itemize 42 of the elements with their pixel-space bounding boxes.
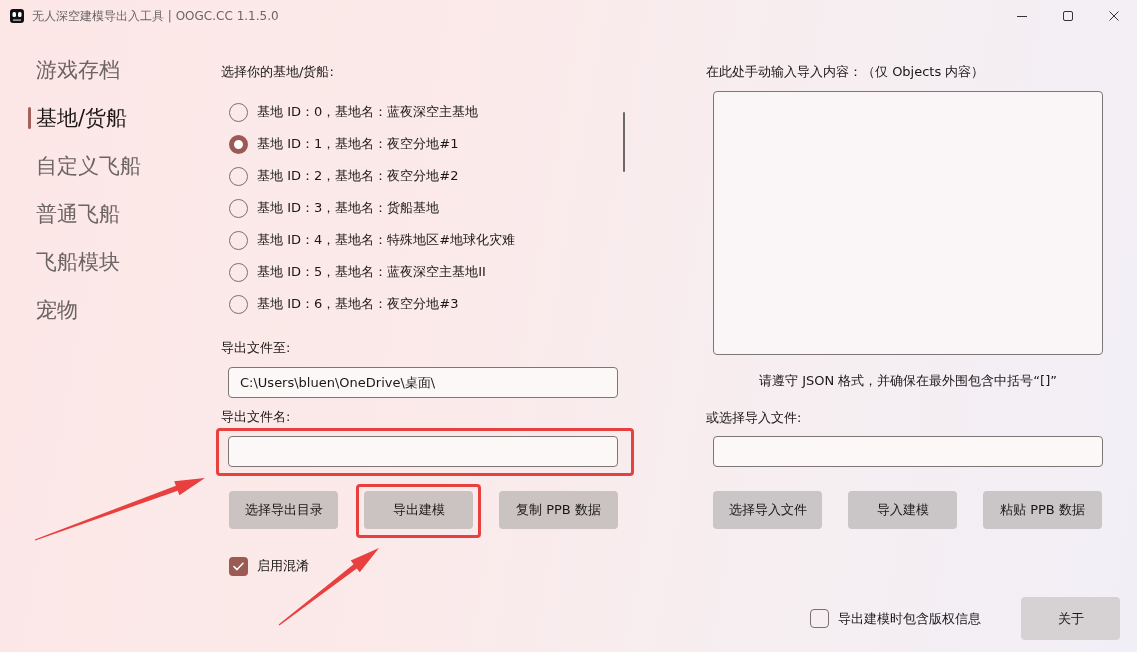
selection-indicator: [28, 107, 31, 129]
about-button[interactable]: 关于: [1021, 597, 1120, 640]
action-button[interactable]: 导出建模: [364, 491, 473, 529]
hint-text: 请遵守 JSON 格式，并确保在最外围包含中括号“[]”: [758, 372, 1058, 390]
app-icon: [10, 9, 24, 23]
checkbox[interactable]: [810, 609, 829, 628]
close-icon: [1109, 11, 1119, 21]
field-label: 导出文件至:: [221, 339, 292, 357]
field-label: 选择你的基地/货船:: [221, 63, 335, 81]
minimize-icon: [1017, 15, 1027, 17]
radio-button[interactable]: [229, 134, 248, 154]
radio-label: 基地 ID：6，基地名：夜空分地#3: [257, 295, 459, 313]
checkmark-icon: [233, 561, 244, 571]
radio-label: 基地 ID：0，基地名：蓝夜深空主基地: [257, 103, 479, 121]
checkbox[interactable]: [229, 556, 248, 576]
field-label: 导出文件名:: [221, 408, 292, 426]
checkbox-label: 启用混淆: [257, 557, 309, 575]
action-button[interactable]: 粘贴 PPB 数据: [983, 491, 1102, 529]
sidebar-item[interactable]: 宠物: [26, 286, 84, 334]
radio-label: 基地 ID：1，基地名：夜空分地#1: [257, 135, 459, 153]
sidebar-item[interactable]: 基地/货船: [26, 94, 134, 142]
maximize-icon: [1063, 11, 1073, 21]
field-label: 在此处手动输入导入内容：（仅 Objects 内容）: [706, 63, 986, 81]
radio-label: 基地 ID：4，基地名：特殊地区#地球化灾难: [257, 231, 516, 249]
action-button[interactable]: 导入建模: [848, 491, 957, 529]
checkbox-label: 导出建模时包含版权信息: [838, 609, 981, 628]
sidebar-item[interactable]: 游戏存档: [26, 46, 126, 94]
action-button[interactable]: 复制 PPB 数据: [499, 491, 618, 529]
field-label: 或选择导入文件:: [706, 409, 803, 427]
sidebar-item[interactable]: 飞船模块: [26, 238, 126, 286]
sidebar-item[interactable]: 普通飞船: [26, 190, 126, 238]
window-title: 无人深空建模导出入工具 | OOGC.CC 1.1.5.0: [32, 7, 279, 25]
radio-label: 基地 ID：5，基地名：蓝夜深空主基地II: [257, 263, 486, 281]
input-field[interactable]: [713, 436, 1103, 467]
input-field[interactable]: [228, 436, 618, 467]
radio-label: 基地 ID：3，基地名：货船基地: [257, 199, 440, 217]
action-button[interactable]: 选择导入文件: [713, 491, 822, 529]
input-field[interactable]: C:\Users\bluen\OneDrive\桌面\: [228, 367, 618, 398]
action-button[interactable]: 选择导出目录: [229, 491, 338, 529]
sidebar-item[interactable]: 自定义飞船: [26, 142, 147, 190]
scrollbar-thumb[interactable]: [623, 112, 625, 172]
radio-label: 基地 ID：2，基地名：夜空分地#2: [257, 167, 459, 185]
